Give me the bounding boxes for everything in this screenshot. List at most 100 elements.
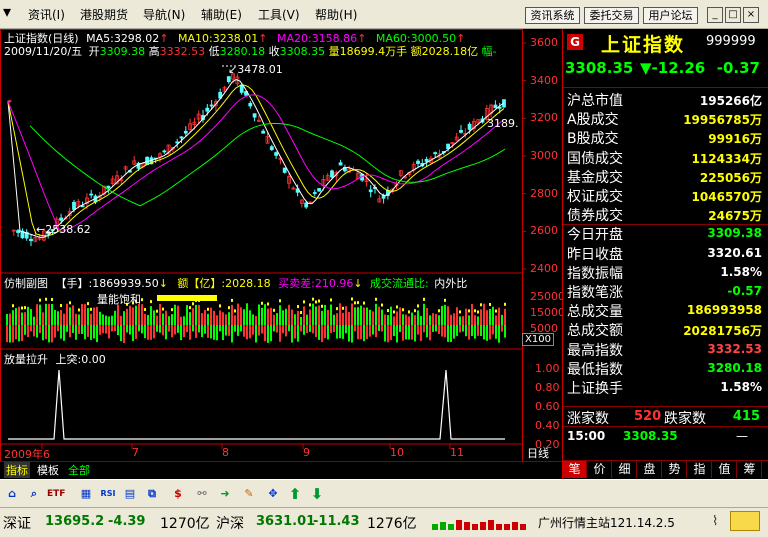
vol-y-label: 0.40 [535,419,560,432]
news-system-button[interactable]: 资讯系统 [525,7,580,24]
sub-bar-top [36,304,38,325]
vol-title: 放量拉升 [4,353,48,366]
sub-bar-top [42,312,44,325]
sub-bar-bottom [318,325,320,340]
chart-area[interactable]: 上证指数(日线) MA5:3298.02↑ MA10:3238.01↑ MA20… [0,29,565,478]
sub-bar-bottom [297,325,299,342]
menu-help[interactable]: 帮助(H) [315,6,357,23]
sub-bar-bottom [486,325,488,341]
sub-bar-cap [312,297,314,301]
sub-bar-bottom [333,325,335,333]
sub-bar-bottom [171,325,173,338]
menu-news[interactable]: 资讯(I) [28,6,65,23]
sub-bar-top [87,308,89,325]
sub-bar-bottom [258,325,260,336]
sub-bar-top [492,306,494,325]
arrow-up-icon[interactable]: ⬆ [286,485,304,503]
sub-bar-bottom [303,325,305,335]
sub-bar-top [177,305,179,325]
link-icon[interactable]: ⚯ [193,485,211,503]
tab-detail[interactable]: 细 [613,461,637,478]
pencil-icon[interactable]: ✎ [240,485,258,503]
sub-bar-bottom [324,325,326,339]
sub-bar-top [27,306,29,325]
home-icon[interactable]: ⌂ [3,485,21,503]
tab-board[interactable]: 盘 [638,461,662,478]
saturation-bar [157,295,217,301]
search-icon[interactable]: ⌕ [25,485,43,503]
candle-body [282,167,287,173]
sub-bar-top [117,304,119,325]
sub-bar-bottom [483,325,485,340]
candle-body [424,158,429,162]
info-low: 3280.18 [219,45,266,58]
tab-indicator[interactable]: 指标 [4,462,30,478]
sub-bar-top [504,308,506,325]
sub-bar-top [354,307,356,325]
sub-bar-bottom [162,325,164,336]
minimize-icon[interactable]: _ [707,7,723,23]
sub-bar-bottom [435,325,437,332]
menu-assist[interactable]: 辅助(E) [201,6,242,23]
quote-row-label: 基金成交 [567,169,623,186]
close-icon[interactable]: × [743,7,759,23]
sub-bar-bottom [237,325,239,336]
info-high: 3332.53 [159,45,206,58]
sub-bar-cap [150,300,152,304]
tab-price[interactable]: 价 [588,461,612,478]
candle-body [59,217,63,221]
sub-bar-top [387,315,389,325]
trade-button[interactable]: 委托交易 [584,7,639,24]
rsi-icon[interactable]: RSI [99,485,117,503]
sub-bar-bottom [300,325,302,332]
sub-bar-bottom [315,325,317,338]
etf-icon[interactable]: ETF [47,485,65,503]
period-label[interactable]: 日线 [527,445,549,461]
forum-button[interactable]: 用户论坛 [643,7,698,24]
chart-icon[interactable]: ▦ [77,485,95,503]
export-icon[interactable]: ➜ [216,485,234,503]
move-icon[interactable]: ✥ [264,485,282,503]
quote-row-value: 1046570万 [691,190,762,204]
sub-bar-top [384,314,386,325]
info-open: 3309.38 [99,45,146,58]
app-menu-icon[interactable]: ▾ [3,2,11,21]
arrow-down-icon[interactable]: ⬇ [308,485,326,503]
sub-bar-bottom [411,325,413,340]
quote-row-value: 195266亿 [699,94,762,108]
tab-all[interactable]: 全部 [68,462,90,478]
tab-tick[interactable]: 笔 [563,461,587,478]
dollar-icon[interactable]: $ [169,485,187,503]
sub-bar-top [294,314,296,325]
sub-bar-top [342,312,344,325]
tab-trend[interactable]: 势 [663,461,687,478]
sub-bar-top [18,306,20,325]
hs-change: -11.43 [313,514,360,529]
sub-bar-top [141,304,143,325]
sub-bar-top [264,304,266,325]
menu-navigate[interactable]: 导航(N) [143,6,185,23]
menu-hk-futures[interactable]: 港股期货 [80,6,128,23]
x-axis-label: 8 [222,446,229,459]
grid-icon[interactable]: ▤ [121,485,139,503]
tab-template[interactable]: 模板 [37,462,59,478]
candle-body [239,84,244,93]
menu-tools[interactable]: 工具(V) [258,6,300,23]
sub-bar-bottom [396,325,398,343]
sub-bar-bottom [465,325,467,337]
sub-bar-cap [156,309,158,313]
tab-index[interactable]: 指 [688,461,712,478]
sub-bar-top [300,316,302,325]
info-icon[interactable] [730,511,760,531]
sub-bar-cap [423,297,425,301]
sub-bar-bottom [477,325,479,336]
compare-icon[interactable]: ⧉ [143,485,161,503]
sub-bar-top [303,306,305,325]
maximize-icon[interactable]: □ [725,7,741,23]
tab-chips[interactable]: 筹 [738,461,762,478]
sub-bar-bottom [126,325,128,333]
tab-value[interactable]: 值 [713,461,737,478]
hs-name: 沪深 [216,516,244,532]
sub-bar-bottom [270,325,272,342]
quote-row-value: 1.58% [720,380,762,394]
